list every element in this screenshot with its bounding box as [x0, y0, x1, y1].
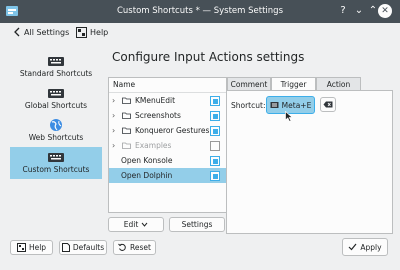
page-title: Configure Input Actions settings: [112, 50, 305, 64]
tree-row-label: Open Dolphin: [121, 171, 173, 180]
actions-tree[interactable]: Name › KMenuEdit › Screenshots › Konquer…: [108, 77, 227, 213]
keyboard-icon: [270, 102, 279, 108]
clear-shortcut-button[interactable]: [320, 97, 336, 112]
tab-comment[interactable]: Comment: [227, 77, 271, 91]
checkmark-icon: [348, 243, 357, 251]
document-defaults-icon: [61, 243, 70, 252]
expand-arrow-icon[interactable]: ›: [112, 123, 115, 138]
tree-row-label: Examples: [135, 141, 172, 150]
edit-dropdown-button[interactable]: Edit: [108, 217, 164, 232]
tree-row-open-dolphin[interactable]: Open Dolphin: [109, 168, 226, 183]
help-toolbar-button[interactable]: Help: [76, 25, 108, 39]
reset-label: Reset: [130, 243, 151, 252]
help-button[interactable]: Help: [10, 240, 53, 255]
enable-checkbox[interactable]: [210, 96, 220, 106]
tree-header-name[interactable]: Name: [109, 78, 226, 93]
help-footer-label: Help: [28, 243, 47, 252]
enable-checkbox[interactable]: [210, 141, 220, 151]
sidebar-item-label: Global Shortcuts: [24, 101, 88, 110]
sidebar-item-standard-shortcuts[interactable]: Standard Shortcuts: [10, 51, 102, 83]
enable-checkbox[interactable]: [210, 171, 220, 181]
help-window-button[interactable]: ?: [336, 4, 350, 18]
tree-row-examples[interactable]: › Examples: [109, 138, 226, 153]
enable-checkbox[interactable]: [210, 111, 220, 121]
apply-button[interactable]: Apply: [342, 238, 388, 256]
folder-icon: [122, 127, 131, 134]
backspace-icon: [323, 101, 333, 108]
expand-arrow-icon[interactable]: ›: [112, 93, 115, 108]
chevron-down-icon: [141, 222, 148, 227]
tab-action[interactable]: Action: [316, 77, 361, 91]
keyboard-icon: [48, 89, 64, 98]
sidebar-item-label: Custom Shortcuts: [22, 165, 90, 174]
edit-label: Edit: [123, 220, 139, 229]
apply-label: Apply: [360, 242, 382, 252]
settings-label: Settings: [181, 220, 213, 229]
tree-row-label: Open Konsole: [121, 156, 173, 165]
reset-button[interactable]: Reset: [113, 240, 156, 255]
defaults-button[interactable]: Defaults: [59, 240, 107, 255]
tree-row-screenshots[interactable]: › Screenshots: [109, 108, 226, 123]
shortcut-label: Shortcut:: [231, 101, 266, 110]
toolbar: All Settings Help: [0, 23, 400, 41]
globe-icon: [50, 119, 62, 131]
sidebar-item-label: Standard Shortcuts: [19, 69, 93, 78]
shortcut-value: Meta+E: [281, 100, 312, 110]
sidebar-item-custom-shortcuts[interactable]: Custom Shortcuts: [10, 147, 102, 179]
folder-icon: [122, 142, 131, 149]
expand-arrow-icon[interactable]: ›: [112, 108, 115, 123]
help-icon: [16, 243, 26, 252]
folder-icon: [122, 97, 131, 104]
tree-row-open-konsole[interactable]: Open Konsole: [109, 153, 226, 168]
all-settings-button[interactable]: All Settings: [13, 25, 69, 39]
tree-row-label: KMenuEdit: [135, 96, 176, 105]
title-bar: Custom Shortcuts * — System Settings ? ⌄…: [0, 0, 400, 23]
sidebar-item-web-shortcuts[interactable]: Web Shortcuts: [10, 115, 102, 147]
close-button[interactable]: ✕: [378, 4, 392, 18]
folder-icon: [122, 112, 131, 119]
defaults-label: Defaults: [72, 243, 105, 252]
keyboard-icon: [48, 153, 64, 162]
help-label: Help: [90, 27, 109, 37]
minimize-button[interactable]: ⌄: [352, 4, 366, 18]
mouse-cursor-icon: [285, 111, 293, 122]
expand-arrow-icon[interactable]: ›: [112, 138, 115, 153]
back-arrow-icon: [14, 27, 20, 37]
reset-icon: [118, 243, 126, 251]
tree-row-konqueror-gestures[interactable]: › Konqueror Gestures: [109, 123, 226, 138]
enable-checkbox[interactable]: [210, 156, 220, 166]
tree-row-label: Screenshots: [135, 111, 181, 120]
sidebar-item-global-shortcuts[interactable]: Global Shortcuts: [10, 83, 102, 115]
all-settings-label: All Settings: [24, 27, 70, 37]
tree-row-label: Konqueror Gestures: [135, 126, 210, 135]
settings-button[interactable]: Settings: [169, 217, 225, 232]
tree-row-kmenuedit[interactable]: › KMenuEdit: [109, 93, 226, 108]
sidebar: Standard Shortcuts Global Shortcuts Web …: [0, 41, 102, 233]
keyboard-icon: [48, 57, 64, 66]
help-icon: [76, 26, 87, 38]
sidebar-item-label: Web Shortcuts: [28, 133, 84, 142]
enable-checkbox[interactable]: [210, 126, 220, 136]
